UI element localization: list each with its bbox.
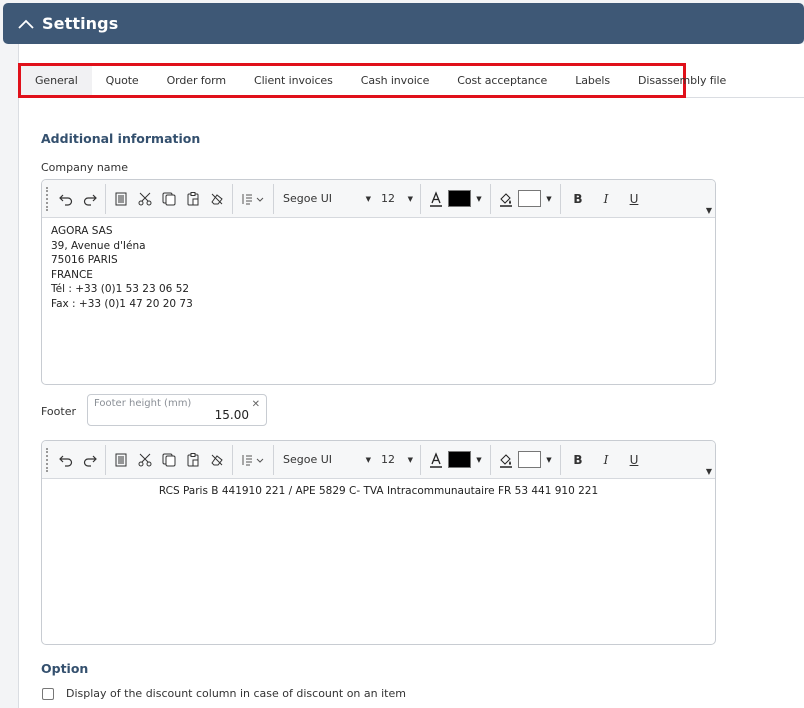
tab-labels[interactable]: Labels <box>561 66 624 95</box>
toolbar-separator <box>560 183 561 214</box>
font-color-icon[interactable] <box>424 187 448 211</box>
toolbar-grip[interactable] <box>46 447 48 472</box>
paste-icon[interactable] <box>181 187 205 211</box>
font-size-select[interactable]: 12 ▼ <box>375 188 417 210</box>
tab-disassembly-file[interactable]: Disassembly file <box>624 66 740 95</box>
font-color-swatch[interactable] <box>448 190 471 207</box>
select-all-icon[interactable] <box>109 187 133 211</box>
company-line: AGORA SAS <box>51 225 113 237</box>
footer-height-placeholder: Footer height (mm) <box>94 398 192 409</box>
paste-icon[interactable] <box>181 448 205 472</box>
footer-height-value: 15.00 <box>214 408 249 422</box>
copy-icon[interactable] <box>157 187 181 211</box>
toolbar-separator <box>232 183 233 214</box>
caret-down-icon: ▼ <box>365 194 371 203</box>
toolbar-separator <box>105 183 106 214</box>
footer-height-field[interactable]: Footer height (mm) 15.00 ✕ <box>87 394 267 426</box>
footer-text: RCS Paris B 441910 221 / APE 5829 C- TVA… <box>158 485 599 497</box>
footer-editor-toolbar: Segoe UI ▼ 12 ▼ ▼ ▼ B I U ▼ <box>42 441 715 479</box>
tab-quote[interactable]: Quote <box>92 66 153 95</box>
chevron-up-icon[interactable] <box>16 14 36 34</box>
font-size-select[interactable]: 12 ▼ <box>375 449 417 471</box>
highlight-color-icon[interactable] <box>494 448 518 472</box>
paragraph-format-icon[interactable] <box>236 448 270 472</box>
redo-icon[interactable] <box>78 448 102 472</box>
company-name-editor: Segoe UI ▼ 12 ▼ ▼ ▼ B I U ▼ AGORA SAS 39, … <box>41 179 716 385</box>
clear-icon[interactable]: ✕ <box>252 399 260 410</box>
caret-down-icon[interactable]: ▼ <box>471 195 487 203</box>
italic-button[interactable]: I <box>592 453 620 467</box>
footer-editor: Segoe UI ▼ 12 ▼ ▼ ▼ B I U ▼ RCS Paris B 44… <box>41 440 716 645</box>
font-color-icon[interactable] <box>424 448 448 472</box>
discount-column-label: Display of the discount column in case o… <box>66 687 406 700</box>
company-editor-toolbar: Segoe UI ▼ 12 ▼ ▼ ▼ B I U ▼ <box>42 180 715 218</box>
toolbar-separator <box>560 444 561 475</box>
toolbar-separator <box>490 183 491 214</box>
caret-down-icon[interactable]: ▼ <box>541 195 557 203</box>
tab-general[interactable]: General <box>21 66 92 95</box>
footer-label: Footer <box>41 405 76 418</box>
company-line: 75016 PARIS <box>51 254 118 266</box>
toolbar-separator <box>420 444 421 475</box>
bold-button[interactable]: B <box>564 192 592 206</box>
toolbar-separator <box>273 183 274 214</box>
footer-content[interactable]: RCS Paris B 441910 221 / APE 5829 C- TVA… <box>42 479 715 505</box>
clear-format-icon[interactable] <box>205 187 229 211</box>
company-line: FRANCE <box>51 268 93 281</box>
toolbar-separator <box>273 444 274 475</box>
caret-down-icon: ▼ <box>407 194 413 203</box>
caret-down-icon[interactable]: ▼ <box>471 456 487 464</box>
underline-button[interactable]: U <box>620 192 648 206</box>
discount-column-checkbox[interactable] <box>42 688 54 700</box>
select-all-icon[interactable] <box>109 448 133 472</box>
clear-format-icon[interactable] <box>205 448 229 472</box>
underline-button[interactable]: U <box>620 453 648 467</box>
redo-icon[interactable] <box>78 187 102 211</box>
tab-divider <box>686 97 804 98</box>
toolbar-grip[interactable] <box>46 186 48 211</box>
highlight-color-swatch[interactable] <box>518 451 541 468</box>
toolbar-separator <box>490 444 491 475</box>
bold-button[interactable]: B <box>564 453 592 467</box>
italic-button[interactable]: I <box>592 192 620 206</box>
tab-cash-invoice[interactable]: Cash invoice <box>347 66 444 95</box>
cut-icon[interactable] <box>133 187 157 211</box>
company-name-label: Company name <box>41 161 129 174</box>
toolbar-overflow-icon[interactable]: ▼ <box>706 206 712 215</box>
font-family-select[interactable]: Segoe UI ▼ <box>277 188 375 210</box>
highlight-color-icon[interactable] <box>494 187 518 211</box>
tab-bar: General Quote Order form Client invoices… <box>18 63 726 98</box>
caret-down-icon: ▼ <box>407 455 413 464</box>
paragraph-format-icon[interactable] <box>236 187 270 211</box>
undo-icon[interactable] <box>54 448 78 472</box>
tab-client-invoices[interactable]: Client invoices <box>240 66 347 95</box>
toolbar-separator <box>105 444 106 475</box>
font-family-select[interactable]: Segoe UI ▼ <box>277 449 375 471</box>
settings-title: Settings <box>42 14 119 33</box>
highlight-color-swatch[interactable] <box>518 190 541 207</box>
tab-cost-acceptance[interactable]: Cost acceptance <box>443 66 561 95</box>
company-line: Fax : +33 (0)1 47 20 20 73 <box>51 297 193 310</box>
tab-order-form[interactable]: Order form <box>153 66 240 95</box>
copy-icon[interactable] <box>157 448 181 472</box>
toolbar-separator <box>232 444 233 475</box>
toolbar-overflow-icon[interactable]: ▼ <box>706 467 712 476</box>
option-title: Option <box>41 661 89 676</box>
additional-info-title: Additional information <box>41 131 201 146</box>
company-line: 39, Avenue d'Iéna <box>51 239 146 252</box>
caret-down-icon: ▼ <box>365 455 371 464</box>
company-name-content[interactable]: AGORA SAS 39, Avenue d'Iéna 75016 PARIS … <box>42 218 715 317</box>
toolbar-separator <box>420 183 421 214</box>
settings-header[interactable]: Settings <box>3 3 804 44</box>
caret-down-icon[interactable]: ▼ <box>541 456 557 464</box>
company-line: Tél : +33 (0)1 53 23 06 52 <box>51 283 190 295</box>
font-color-swatch[interactable] <box>448 451 471 468</box>
cut-icon[interactable] <box>133 448 157 472</box>
undo-icon[interactable] <box>54 187 78 211</box>
